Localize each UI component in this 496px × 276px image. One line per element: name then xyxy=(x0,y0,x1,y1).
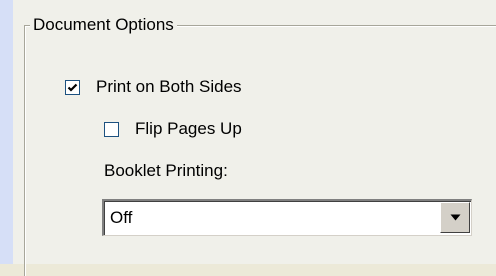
dropdown-button[interactable] xyxy=(440,202,470,233)
window-left-strip xyxy=(0,0,13,264)
print-both-sides-label: Print on Both Sides xyxy=(96,77,242,96)
group-title: Document Options xyxy=(30,14,177,36)
print-both-sides-checkbox[interactable] xyxy=(65,79,80,95)
print-both-sides-option[interactable]: Print on Both Sides xyxy=(65,76,242,98)
document-options-groupbox xyxy=(24,25,496,276)
flip-pages-up-checkbox[interactable] xyxy=(104,121,119,137)
checkmark-icon xyxy=(67,83,78,92)
booklet-printing-value: Off xyxy=(110,208,133,227)
booklet-printing-label: Booklet Printing: xyxy=(104,161,228,180)
booklet-printing-select[interactable]: Off xyxy=(102,199,472,236)
flip-pages-up-option[interactable]: Flip Pages Up xyxy=(104,118,242,140)
dropdown-arrow-icon xyxy=(450,214,460,221)
flip-pages-up-label: Flip Pages Up xyxy=(135,119,242,138)
